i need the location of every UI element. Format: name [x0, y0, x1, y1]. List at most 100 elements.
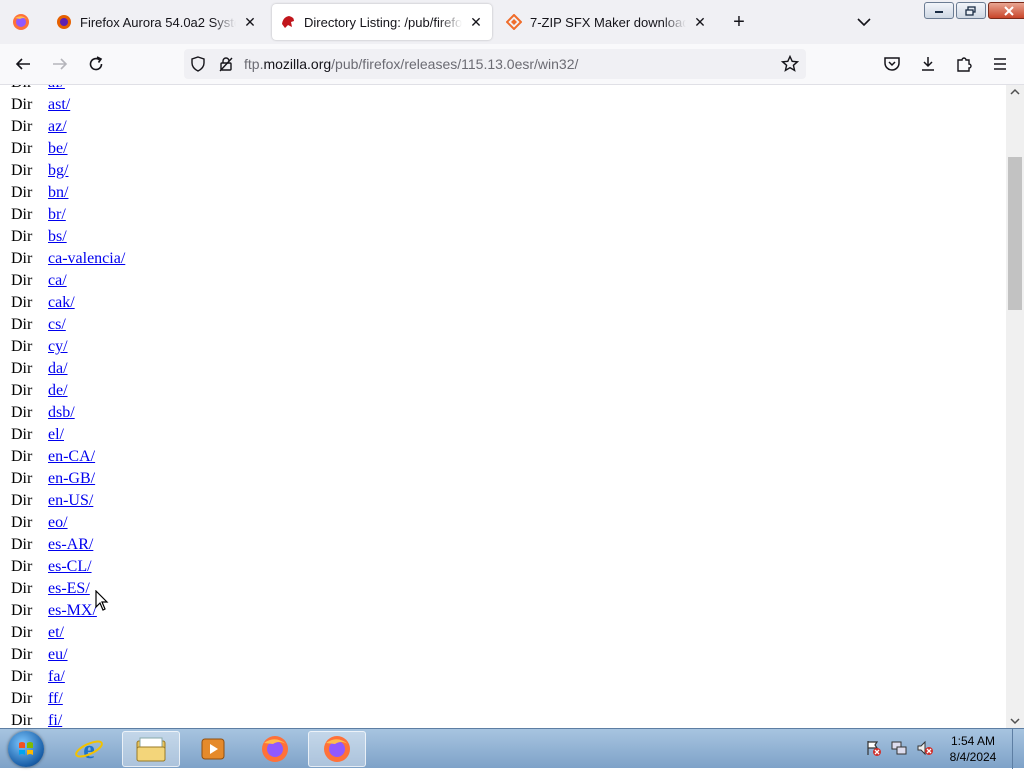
network-icon[interactable] — [890, 739, 908, 757]
directory-link[interactable]: br/ — [48, 204, 66, 226]
entry-type: Dir — [11, 646, 33, 663]
reload-icon — [89, 56, 103, 71]
taskbar-media-player[interactable] — [184, 731, 242, 767]
address-bar[interactable]: ftp.mozilla.org/pub/firefox/releases/115… — [184, 49, 806, 79]
directory-link[interactable]: es-AR/ — [48, 534, 93, 556]
directory-link[interactable]: ff/ — [48, 688, 63, 710]
directory-link[interactable]: cak/ — [48, 292, 75, 314]
media-player-icon — [201, 738, 225, 760]
pocket-button[interactable] — [880, 52, 904, 76]
directory-link[interactable]: et/ — [48, 622, 64, 644]
downloads-button[interactable] — [916, 52, 940, 76]
directory-link[interactable]: da/ — [48, 358, 68, 380]
taskbar-windows-explorer[interactable] — [122, 731, 180, 767]
entry-type: Dir — [11, 492, 33, 509]
list-all-tabs-button[interactable] — [854, 12, 874, 32]
chevron-down-icon — [857, 18, 871, 27]
entry-type: Dir — [11, 536, 33, 553]
directory-link[interactable]: ast/ — [48, 94, 70, 116]
directory-link[interactable]: bn/ — [48, 182, 68, 204]
volume-muted-icon[interactable] — [916, 739, 934, 757]
extensions-button[interactable] — [952, 52, 976, 76]
scroll-down-button[interactable] — [1006, 714, 1024, 728]
tab-directory-listing[interactable]: Directory Listing: /pub/firefox/r ✕ — [272, 4, 492, 40]
minimize-button[interactable] — [924, 2, 954, 19]
directory-link[interactable]: cy/ — [48, 336, 68, 358]
entry-type: Dir — [11, 602, 33, 619]
directory-link[interactable]: az/ — [48, 116, 67, 138]
directory-link[interactable]: el/ — [48, 424, 64, 446]
insecure-connection-icon[interactable] — [218, 56, 234, 72]
entry-type: Dir — [11, 514, 33, 531]
close-window-button[interactable] — [988, 2, 1024, 19]
entry-type: Dir — [11, 690, 33, 707]
reload-button[interactable] — [84, 52, 108, 76]
scroll-up-button[interactable] — [1006, 85, 1024, 99]
tab-strip: Firefox Aurora 54.0a2 System Re ✕ Direct… — [0, 0, 1024, 44]
firefox-icon — [13, 14, 29, 30]
show-desktop-button[interactable] — [1012, 729, 1024, 769]
windows-explorer-icon — [136, 737, 166, 762]
url-prefix: ftp. — [244, 56, 264, 72]
tracking-protection-shield-icon[interactable] — [190, 56, 206, 72]
firefox-view-button[interactable] — [0, 0, 42, 44]
restore-button[interactable] — [956, 2, 986, 19]
directory-link[interactable]: eo/ — [48, 512, 68, 534]
directory-link[interactable]: eu/ — [48, 644, 68, 666]
entry-type: Dir — [11, 294, 33, 311]
entry-type: Dir — [11, 162, 33, 179]
entry-type: Dir — [11, 624, 33, 641]
directory-link[interactable]: en-CA/ — [48, 446, 95, 468]
directory-link[interactable]: cs/ — [48, 314, 66, 336]
directory-link[interactable]: bs/ — [48, 226, 67, 248]
directory-link[interactable]: en-US/ — [48, 490, 93, 512]
taskbar-firefox-1[interactable] — [246, 731, 304, 767]
directory-link[interactable]: es-CL/ — [48, 556, 92, 578]
action-center-flag-icon[interactable] — [864, 739, 882, 757]
chevron-up-icon — [1010, 88, 1020, 95]
entry-type: Dir — [11, 382, 33, 399]
taskbar-firefox-2[interactable] — [308, 731, 366, 767]
back-button[interactable] — [11, 52, 35, 76]
entry-type: Dir — [11, 250, 33, 267]
close-icon — [1004, 5, 1014, 16]
directory-link[interactable]: de/ — [48, 380, 68, 402]
entry-type: Dir — [11, 85, 32, 94]
entry-type: Dir — [11, 184, 33, 201]
hamburger-menu-icon — [994, 58, 1006, 70]
directory-link[interactable]: fi/ — [48, 710, 62, 728]
bookmark-star-icon[interactable] — [781, 55, 799, 73]
url-text[interactable]: ftp.mozilla.org/pub/firefox/releases/115… — [244, 56, 578, 72]
taskbar-internet-explorer[interactable]: e — [60, 731, 118, 767]
close-tab-icon[interactable]: ✕ — [468, 14, 484, 30]
directory-link[interactable]: ca/ — [48, 270, 67, 292]
directory-link[interactable]: es-ES/ — [48, 578, 90, 600]
tab-firefox-aurora[interactable]: Firefox Aurora 54.0a2 System Re ✕ — [48, 4, 266, 40]
page-content: Dir af/Dir ast/Dir az/Dir be/Dir bg/Dir bn/Dir… — [0, 85, 1006, 728]
system-tray — [864, 739, 934, 757]
forward-button[interactable] — [48, 52, 72, 76]
url-path: /pub/firefox/releases/115.13.0esr/win32/ — [331, 56, 579, 72]
system-clock[interactable]: 1:54 AM 8/4/2024 — [944, 733, 1002, 765]
vertical-scrollbar[interactable] — [1006, 85, 1024, 728]
start-button[interactable] — [8, 731, 44, 767]
firefox-favicon-icon — [57, 15, 71, 29]
directory-link[interactable]: af/ — [48, 85, 65, 94]
scrollbar-thumb[interactable] — [1008, 157, 1022, 310]
directory-link[interactable]: en-GB/ — [48, 468, 95, 490]
directory-link[interactable]: dsb/ — [48, 402, 75, 424]
entry-type: Dir — [11, 668, 33, 685]
close-tab-icon[interactable]: ✕ — [242, 14, 258, 30]
directory-link[interactable]: ca-valencia/ — [48, 248, 125, 270]
entry-type: Dir — [11, 316, 33, 333]
close-tab-icon[interactable]: ✕ — [692, 14, 708, 30]
directory-link[interactable]: fa/ — [48, 666, 65, 688]
entry-type: Dir — [11, 338, 33, 355]
directory-link[interactable]: bg/ — [48, 160, 68, 182]
app-menu-button[interactable] — [988, 52, 1012, 76]
directory-link[interactable]: be/ — [48, 138, 68, 160]
new-tab-button[interactable]: + — [728, 12, 750, 34]
entry-type: Dir — [11, 712, 33, 728]
directory-link[interactable]: es-MX/ — [48, 600, 97, 622]
tab-7zip-sfx[interactable]: 7-ZIP SFX Maker download | So ✕ — [498, 4, 716, 40]
